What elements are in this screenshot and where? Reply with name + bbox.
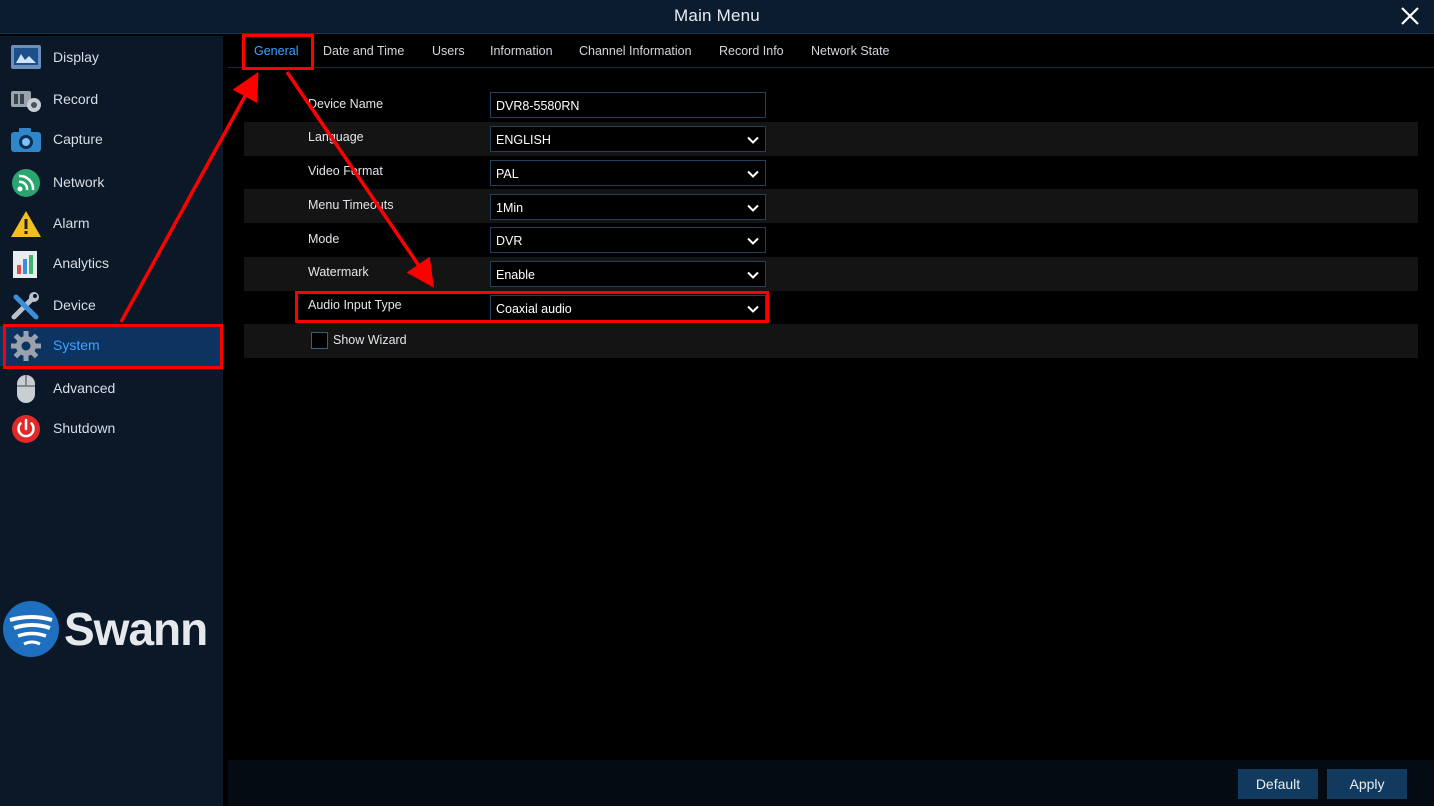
menu-timeouts-value: 1Min [496, 201, 524, 215]
tab-general[interactable]: General [254, 44, 298, 58]
chevron-down-icon [747, 170, 759, 178]
sidebar-item-system[interactable]: System [0, 326, 223, 366]
sidebar-item-record[interactable]: Record [0, 80, 223, 120]
sidebar-item-alarm[interactable]: Alarm [0, 204, 223, 244]
sidebar: Display Record Capture Network Alarm Ana… [0, 36, 223, 806]
network-icon [12, 169, 40, 197]
apply-button[interactable]: Apply [1327, 769, 1407, 799]
video-format-value: PAL [496, 167, 519, 181]
analytics-icon [13, 251, 37, 278]
language-value: ENGLISH [496, 133, 551, 147]
logo-wordmark: Swann [64, 603, 208, 655]
show-wizard-label: Show Wizard [333, 333, 407, 347]
menu-timeouts-label: Menu Timeouts [308, 198, 394, 212]
close-icon[interactable] [1398, 4, 1422, 28]
sidebar-item-label: Capture [53, 131, 103, 147]
language-label: Language [308, 130, 364, 144]
record-icon [11, 91, 41, 112]
sidebar-item-analytics[interactable]: Analytics [0, 244, 223, 284]
row-background [244, 257, 1418, 291]
device-icon [11, 292, 39, 320]
device-name-value: DVR8-5580RN [496, 99, 580, 113]
sidebar-item-network[interactable]: Network [0, 163, 223, 203]
device-name-label: Device Name [308, 97, 384, 111]
device-name-input[interactable]: DVR8-5580RN [490, 92, 766, 118]
language-select[interactable]: ENGLISH [490, 126, 766, 152]
row-background [244, 189, 1418, 223]
default-button[interactable]: Default [1238, 769, 1318, 799]
tab-network-state[interactable]: Network State [811, 44, 890, 58]
display-icon [11, 45, 41, 69]
audio-input-type-label: Audio Input Type [308, 298, 402, 312]
video-format-select[interactable]: PAL [490, 160, 766, 186]
sidebar-item-label: Network [53, 174, 105, 190]
sidebar-item-label: System [53, 337, 100, 353]
sidebar-item-label: Device [53, 297, 96, 313]
sidebar-item-label: Record [53, 91, 99, 107]
chevron-down-icon [747, 237, 759, 245]
tab-channel-information[interactable]: Channel Information [579, 44, 692, 58]
video-format-label: Video Format [308, 164, 383, 178]
watermark-label: Watermark [308, 265, 369, 279]
watermark-select[interactable]: Enable [490, 261, 766, 287]
swann-logo: Swann [2, 598, 222, 662]
sidebar-item-label: Display [53, 49, 99, 65]
chevron-down-icon [747, 271, 759, 279]
power-icon [12, 415, 40, 443]
sidebar-item-shutdown[interactable]: Shutdown [0, 409, 223, 449]
window-title: Main Menu [674, 6, 760, 25]
mouse-icon [17, 375, 35, 403]
sidebar-item-label: Advanced [53, 380, 116, 396]
audio-input-type-value: Coaxial audio [496, 302, 572, 316]
chevron-down-icon [747, 204, 759, 212]
chevron-down-icon [747, 305, 759, 313]
watermark-value: Enable [496, 268, 535, 282]
menu-timeouts-select[interactable]: 1Min [490, 194, 766, 220]
tab-date-and-time[interactable]: Date and Time [323, 44, 404, 58]
row-background [244, 122, 1418, 156]
tab-information[interactable]: Information [490, 44, 553, 58]
camera-icon [11, 128, 41, 152]
row-background [244, 324, 1418, 358]
show-wizard-checkbox[interactable] [311, 332, 328, 349]
audio-input-type-select[interactable]: Coaxial audio [490, 295, 766, 321]
tab-record-info[interactable]: Record Info [719, 44, 784, 58]
chevron-down-icon [747, 136, 759, 144]
tab-bar: General Date and Time Users Information … [228, 33, 1434, 68]
mode-value: DVR [496, 234, 523, 248]
title-bar: Main Menu [0, 0, 1434, 34]
sidebar-item-display[interactable]: Display [0, 38, 223, 78]
sidebar-item-capture[interactable]: Capture [0, 120, 223, 160]
sidebar-item-advanced[interactable]: Advanced [0, 369, 223, 409]
tab-users[interactable]: Users [432, 44, 465, 58]
mode-label: Mode [308, 232, 340, 246]
gear-icon [11, 331, 41, 361]
swann-logo-icon [3, 601, 59, 657]
sidebar-item-label: Alarm [53, 215, 90, 231]
alarm-icon [11, 211, 41, 237]
sidebar-item-label: Shutdown [53, 420, 116, 436]
sidebar-item-device[interactable]: Device [0, 286, 223, 326]
sidebar-item-label: Analytics [53, 255, 110, 271]
mode-select[interactable]: DVR [490, 227, 766, 253]
